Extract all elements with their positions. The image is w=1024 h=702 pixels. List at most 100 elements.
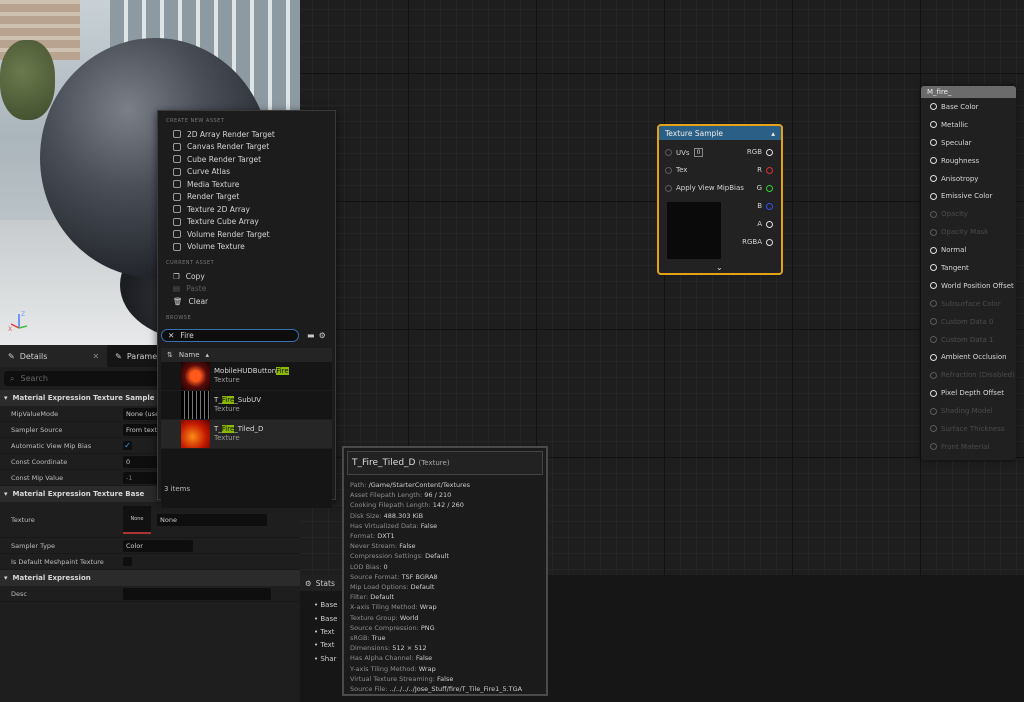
texture-thumbnail[interactable]: None <box>123 505 151 534</box>
create-asset-menu-item[interactable]: Media Texture <box>158 178 335 191</box>
create-asset-menu-item[interactable]: Volume Render Target <box>158 228 335 241</box>
auto-view-mip-bias-checkbox[interactable]: ✓ <box>123 441 132 450</box>
input-pin-icon[interactable] <box>930 192 937 200</box>
texture-asset-combo[interactable]: None <box>157 513 267 526</box>
list-header[interactable]: ⇅ Name ▴ <box>161 347 332 362</box>
section-expression[interactable]: ▾ Material Expression <box>0 570 300 586</box>
material-input-pin[interactable]: World Position Offset <box>921 277 1016 295</box>
tab-details[interactable]: ✎ Details ✕ <box>0 345 108 367</box>
material-node-title[interactable]: M_fire_ <box>921 86 1016 98</box>
material-input-pin[interactable]: Metallic <box>921 116 1016 134</box>
paste-menu-item[interactable]: ▤ Paste <box>158 283 335 296</box>
material-input-pin[interactable]: Custom Data 1 <box>921 331 1016 349</box>
asset-search-input[interactable]: ✕ Fire <box>161 328 299 342</box>
material-input-pin[interactable]: Refraction (Disabled) <box>921 366 1016 384</box>
clear-menu-item[interactable]: 🗑 Clear <box>158 295 335 308</box>
input-pin-icon[interactable] <box>930 300 937 308</box>
desc-field[interactable] <box>123 587 271 600</box>
output-pin-icon[interactable] <box>766 184 773 192</box>
material-input-pin[interactable]: Base Color <box>921 98 1016 116</box>
material-input-pin[interactable]: Subsurface Color <box>921 295 1016 313</box>
material-input-pin[interactable]: Opacity <box>921 205 1016 223</box>
create-asset-menu-item[interactable]: Curve Atlas <box>158 166 335 179</box>
input-pin-icon[interactable] <box>930 318 937 326</box>
output-pin-icon[interactable] <box>766 220 773 228</box>
output-b[interactable]: B <box>757 202 773 210</box>
sampler-type-select[interactable]: Color <box>123 539 193 552</box>
output-r[interactable]: R <box>757 166 773 174</box>
input-pin-icon[interactable] <box>930 175 937 182</box>
copy-menu-item[interactable]: ❐ Copy <box>158 270 335 283</box>
create-asset-menu-item[interactable]: Volume Texture <box>158 241 335 254</box>
create-asset-menu-item[interactable]: Texture Cube Array <box>158 216 335 229</box>
create-asset-menu-item[interactable]: Render Target <box>158 191 335 204</box>
folder-icon[interactable]: ▬ <box>307 331 315 340</box>
output-rgba[interactable]: RGBA <box>742 238 773 246</box>
texture-sample-node[interactable]: Texture Sample ▴ UVs 0 Tex Apply View Mi… <box>657 124 783 275</box>
material-input-pin[interactable]: Surface Thickness <box>921 420 1016 438</box>
asset-list-item[interactable]: T_Fire_Tiled_D Texture <box>161 419 332 449</box>
output-pin-icon[interactable] <box>766 202 773 210</box>
input-pin-icon[interactable] <box>930 336 937 344</box>
pin-tex[interactable]: Tex <box>665 166 687 174</box>
material-input-pin[interactable]: Roughness <box>921 152 1016 170</box>
input-pin-icon[interactable] <box>665 166 672 174</box>
input-pin-icon[interactable] <box>930 425 937 433</box>
material-input-pin[interactable]: Emissive Color <box>921 187 1016 205</box>
node-header[interactable]: Texture Sample ▴ <box>659 126 781 140</box>
input-pin-icon[interactable] <box>930 246 937 254</box>
material-input-pin[interactable]: Tangent <box>921 259 1016 277</box>
collapse-icon[interactable]: ▴ <box>771 129 775 138</box>
input-pin-icon[interactable] <box>930 103 937 111</box>
close-icon[interactable]: ✕ <box>92 352 99 361</box>
material-input-pin[interactable]: Opacity Mask <box>921 223 1016 241</box>
asset-list-item[interactable]: T_Fire_SubUV Texture <box>161 390 332 420</box>
material-result-node[interactable]: M_fire_ Base Color Metallic Specular Roughn… <box>921 86 1016 460</box>
material-input-pin[interactable]: Shading Model <box>921 402 1016 420</box>
output-pin-icon[interactable] <box>766 238 773 246</box>
material-input-pin[interactable]: Normal <box>921 241 1016 259</box>
input-pin-icon[interactable] <box>930 139 937 147</box>
input-pin-icon[interactable] <box>930 371 937 379</box>
input-pin-icon[interactable] <box>930 389 937 397</box>
input-pin-icon[interactable] <box>930 210 937 218</box>
create-asset-menu-item[interactable]: Canvas Render Target <box>158 141 335 154</box>
output-g[interactable]: G <box>757 184 773 192</box>
pin-uvs[interactable]: UVs 0 <box>665 148 704 157</box>
material-input-pin[interactable]: Custom Data 0 <box>921 313 1016 331</box>
input-pin-icon[interactable] <box>930 353 937 361</box>
input-pin-icon[interactable] <box>930 264 937 272</box>
input-pin-icon[interactable] <box>930 121 937 129</box>
asset-list-item[interactable]: MobileHUDButtonFire Texture <box>161 361 332 391</box>
uvs-index-field[interactable]: 0 <box>693 148 704 157</box>
input-pin-icon[interactable] <box>665 184 672 192</box>
output-a[interactable]: A <box>757 220 773 228</box>
column-name[interactable]: Name <box>179 351 200 359</box>
is-default-meshpaint-checkbox[interactable] <box>123 557 132 566</box>
input-pin-icon[interactable] <box>930 407 937 415</box>
material-input-pin[interactable]: Ambient Occlusion <box>921 348 1016 366</box>
clear-search-icon[interactable]: ✕ <box>168 331 174 340</box>
pin-apply-view-mipbias[interactable]: Apply View MipBias <box>665 184 744 192</box>
input-pin-icon[interactable] <box>930 157 937 165</box>
material-input-pin[interactable]: Front Material <box>921 438 1016 456</box>
output-rgb[interactable]: RGB <box>747 148 773 156</box>
create-asset-menu-item[interactable]: 2D Array Render Target <box>158 128 335 141</box>
material-input-pin[interactable]: Anisotropy <box>921 170 1016 188</box>
output-pin-icon[interactable] <box>766 148 773 156</box>
input-pin-icon[interactable] <box>930 443 937 451</box>
input-pin-icon[interactable] <box>930 282 937 290</box>
material-input-pin[interactable]: Pixel Depth Offset <box>921 384 1016 402</box>
sort-icon[interactable]: ⇅ <box>167 351 173 359</box>
input-pin-icon[interactable] <box>665 149 672 156</box>
create-asset-menu-item[interactable]: Texture 2D Array <box>158 203 335 216</box>
settings-icon[interactable]: ⚙ <box>319 331 326 340</box>
create-asset-label: Texture Cube Array <box>187 217 259 227</box>
output-pin-icon[interactable] <box>766 166 773 174</box>
output-a-label: A <box>757 220 762 228</box>
details-search-placeholder: Search <box>20 374 48 383</box>
create-asset-menu-item[interactable]: Cube Render Target <box>158 153 335 166</box>
input-pin-icon[interactable] <box>930 228 937 236</box>
expand-chevron-icon[interactable]: ⌄ <box>716 263 723 272</box>
material-input-pin[interactable]: Specular <box>921 134 1016 152</box>
